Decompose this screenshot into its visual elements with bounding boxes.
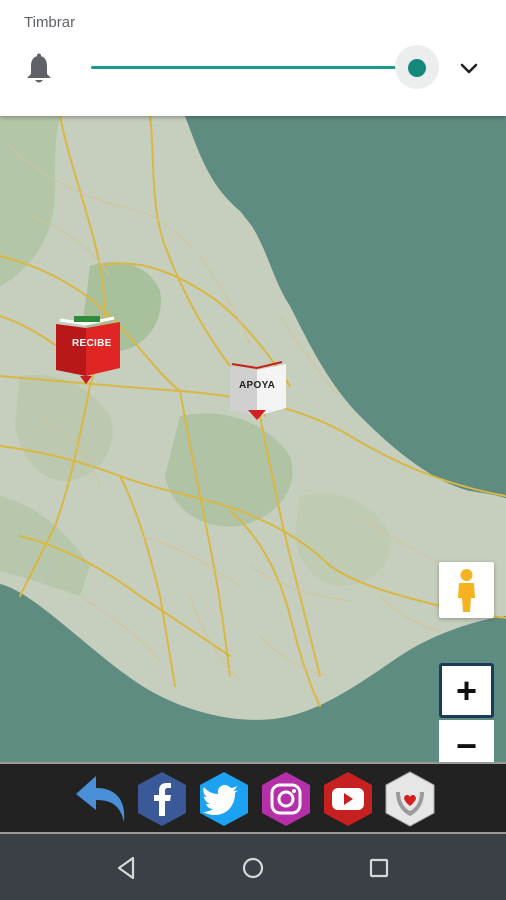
nav-home-icon[interactable] bbox=[239, 854, 267, 882]
back-button[interactable] bbox=[72, 770, 128, 828]
nav-recents-icon[interactable] bbox=[365, 854, 393, 882]
youtube-icon bbox=[324, 772, 372, 826]
bell-icon[interactable] bbox=[24, 52, 54, 86]
heart-hands-icon bbox=[385, 771, 435, 827]
twitter-button[interactable] bbox=[196, 770, 252, 828]
pegman-icon bbox=[458, 569, 475, 612]
volume-slider-track[interactable] bbox=[91, 66, 417, 69]
book-icon bbox=[56, 316, 120, 384]
nav-back-icon[interactable] bbox=[113, 854, 141, 882]
zoom-out-button[interactable]: − bbox=[439, 720, 494, 762]
volume-slider-thumb[interactable] bbox=[408, 59, 426, 77]
back-arrow-icon bbox=[76, 776, 125, 822]
street-view-button[interactable] bbox=[439, 562, 494, 618]
map-canvas bbox=[0, 116, 506, 762]
marker-label-recibe: RECIBE bbox=[72, 338, 112, 349]
zoom-in-button[interactable]: + bbox=[439, 663, 494, 718]
twitter-icon bbox=[200, 772, 248, 826]
marker-label-apoya: APOYA bbox=[239, 380, 276, 391]
chevron-down-icon[interactable] bbox=[456, 56, 482, 82]
youtube-button[interactable] bbox=[320, 770, 376, 828]
facebook-button[interactable] bbox=[134, 770, 190, 828]
instagram-icon bbox=[262, 772, 310, 826]
map-marker-recibe[interactable]: RECIBE bbox=[50, 314, 126, 386]
heart-hands-button[interactable] bbox=[382, 770, 438, 828]
system-nav-bar bbox=[0, 834, 506, 900]
instagram-button[interactable] bbox=[258, 770, 314, 828]
facebook-icon bbox=[138, 772, 186, 826]
map-marker-apoya[interactable]: APOYA bbox=[224, 360, 290, 424]
map-view[interactable]: RECIBE APOYA bbox=[0, 116, 506, 762]
book-icon bbox=[230, 361, 286, 420]
volume-label: Timbrar bbox=[24, 14, 76, 31]
volume-panel: Timbrar bbox=[0, 0, 506, 116]
social-bar bbox=[0, 762, 506, 834]
